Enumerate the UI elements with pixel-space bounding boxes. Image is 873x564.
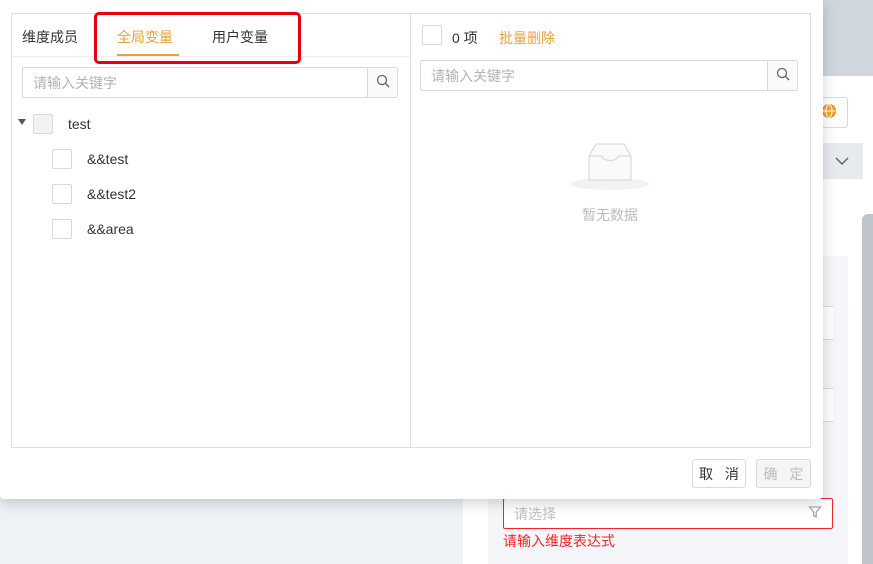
empty-inbox-icon bbox=[569, 142, 651, 197]
background-dropdown[interactable] bbox=[820, 143, 863, 179]
tree-checkbox[interactable] bbox=[52, 219, 72, 239]
tree-node-label: &&test bbox=[87, 151, 129, 167]
page-scrollbar[interactable] bbox=[862, 214, 873, 564]
active-tab-indicator bbox=[117, 54, 179, 56]
tree-node-label: test bbox=[68, 116, 91, 132]
left-search-box bbox=[22, 67, 398, 98]
tree-node-root: test bbox=[12, 114, 91, 134]
search-icon bbox=[776, 67, 790, 84]
globe-icon bbox=[821, 103, 837, 122]
filter-icon[interactable] bbox=[808, 505, 822, 522]
tree-node-label: &&area bbox=[87, 221, 134, 237]
tree-checkbox[interactable] bbox=[52, 184, 72, 204]
tree-checkbox[interactable] bbox=[52, 149, 72, 169]
tree-node: &&test2 bbox=[52, 184, 136, 204]
select-placeholder: 请选择 bbox=[514, 505, 556, 522]
right-pane: 0 项 批量删除 暂无数据 bbox=[411, 13, 811, 448]
select-all-checkbox[interactable] bbox=[422, 25, 442, 45]
selected-count: 0 项 bbox=[452, 30, 478, 46]
cancel-button[interactable]: 取 消 bbox=[692, 459, 746, 488]
dimension-expression-select[interactable]: 请选择 bbox=[503, 498, 833, 529]
empty-text: 暂无数据 bbox=[582, 207, 638, 223]
selected-header: 0 项 批量删除 bbox=[411, 14, 809, 57]
tree-checkbox[interactable] bbox=[33, 114, 53, 134]
empty-state: 暂无数据 bbox=[411, 142, 809, 225]
tree-node-label: &&test2 bbox=[87, 186, 137, 202]
tab-global-variables[interactable]: 全局变量 bbox=[117, 27, 173, 47]
right-search-input[interactable] bbox=[421, 61, 767, 90]
right-search-box bbox=[420, 60, 798, 91]
left-search-input[interactable] bbox=[23, 68, 367, 97]
validation-error: 请输入维度表达式 bbox=[503, 533, 615, 549]
tab-user-variables[interactable]: 用户变量 bbox=[212, 27, 268, 47]
left-search-button[interactable] bbox=[367, 68, 397, 97]
ok-button[interactable]: 确 定 bbox=[756, 459, 811, 488]
background-top-bar bbox=[820, 0, 873, 76]
variable-picker-dialog: 维度成员 全局变量 用户变量 test &&test bbox=[0, 0, 823, 499]
left-pane: 维度成员 全局变量 用户变量 test &&test bbox=[11, 12, 411, 448]
tab-bar: 维度成员 全局变量 用户变量 bbox=[12, 12, 410, 64]
tree-node: &&area bbox=[52, 219, 134, 239]
tab-dimension-members[interactable]: 维度成员 bbox=[22, 27, 78, 47]
right-search-button[interactable] bbox=[767, 61, 797, 90]
batch-delete-link[interactable]: 批量删除 bbox=[499, 28, 555, 48]
chevron-down-icon bbox=[834, 153, 849, 169]
tree-node: &&test bbox=[52, 149, 128, 169]
caret-down-icon[interactable] bbox=[18, 119, 26, 125]
search-icon bbox=[376, 74, 390, 91]
